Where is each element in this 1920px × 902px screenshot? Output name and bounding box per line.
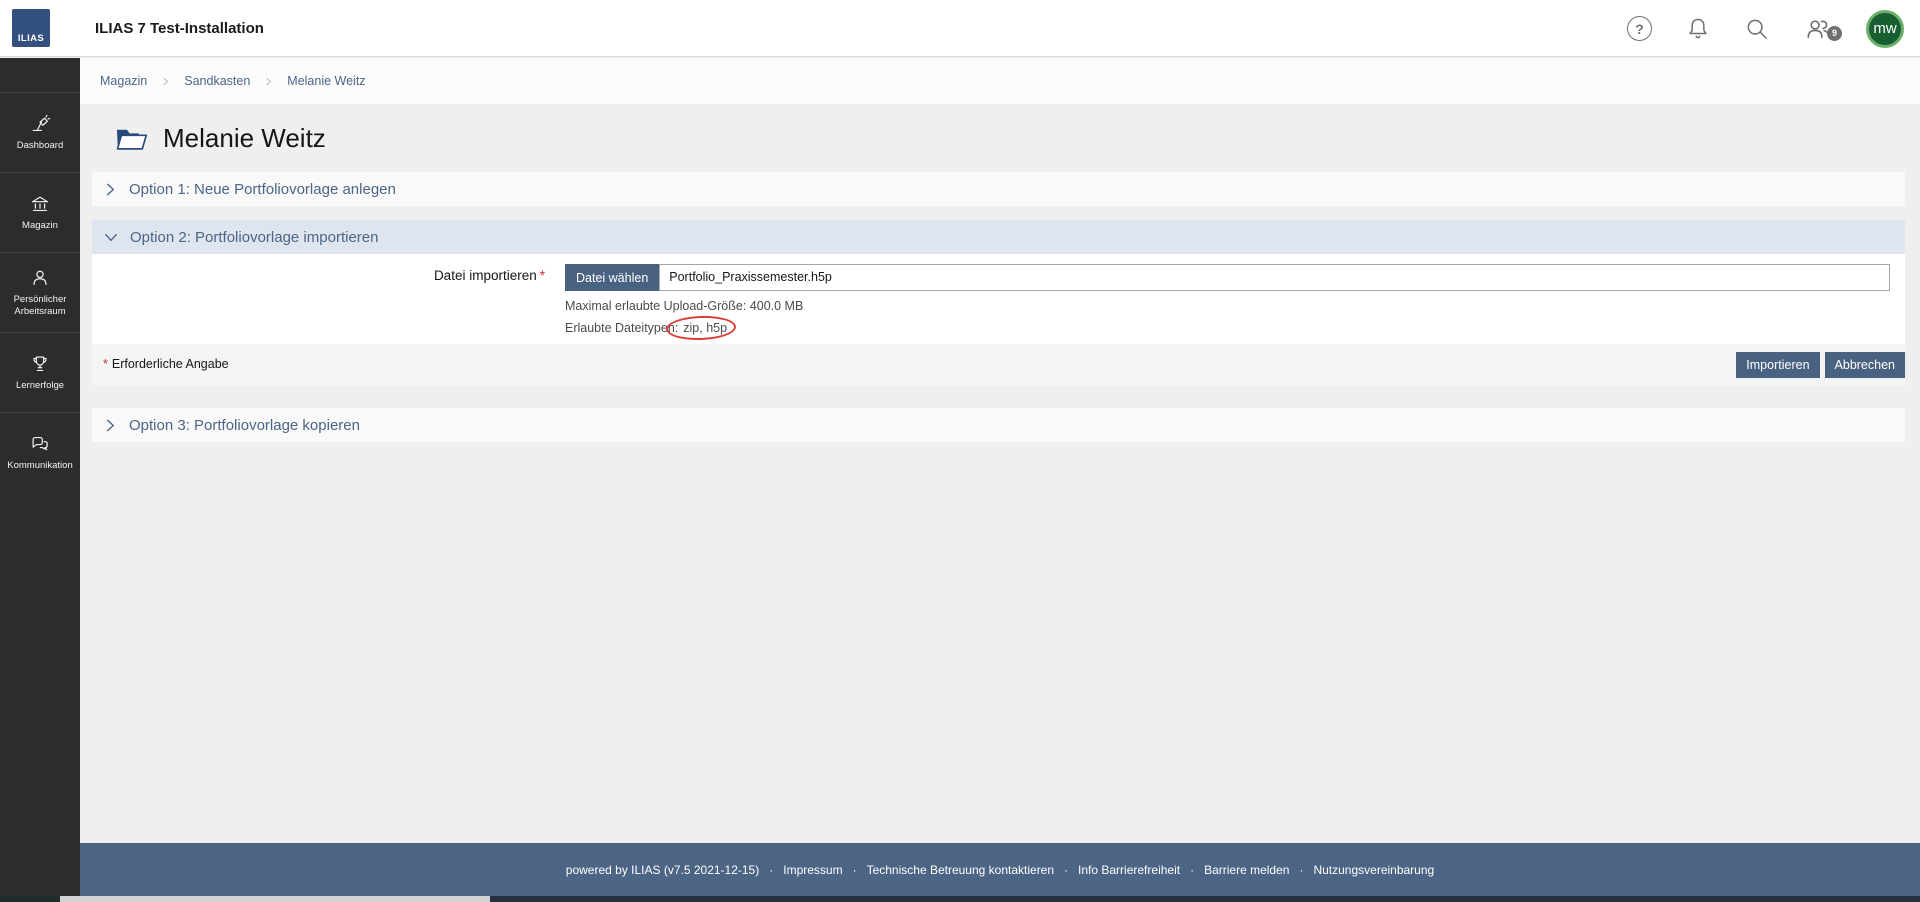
allowed-types-value: zip, h5p <box>683 321 727 335</box>
footer-separator: · <box>1190 863 1194 877</box>
avatar-initials: mw <box>1873 20 1896 37</box>
required-asterisk: * <box>540 268 545 283</box>
file-upload-control: Datei wählen Portfolio_Praxissemester.h5… <box>565 264 1890 291</box>
help-button[interactable]: ? <box>1627 16 1652 41</box>
accordion-option-2[interactable]: Option 2: Portfoliovorlage importieren <box>92 220 1905 254</box>
form-command-row: * Erforderliche Angabe Importieren Abbrec… <box>92 344 1905 386</box>
form-buttons: Importieren Abbrechen <box>1736 352 1905 378</box>
online-count-badge: 9 <box>1827 26 1842 41</box>
import-form-panel: Datei importieren* Datei wählen Portfoli… <box>92 254 1905 344</box>
footer-separator: · <box>853 863 857 877</box>
footer: powered by ILIAS (v7.5 2021-12-15) · Imp… <box>80 843 1920 896</box>
chevron-right-icon <box>263 76 274 87</box>
ilias-logo-text: ILIAS <box>12 33 50 44</box>
required-asterisk: * <box>103 357 108 371</box>
footer-separator: · <box>769 863 773 877</box>
bank-icon <box>29 193 51 215</box>
who-is-online-button[interactable]: 9 <box>1803 15 1833 43</box>
person-icon <box>29 267 51 289</box>
accordion-label: Option 1: Neue Portfoliovorlage anlegen <box>129 181 396 198</box>
speech-bubbles-icon <box>29 433 51 455</box>
footer-separator: · <box>1064 863 1068 877</box>
powered-by-link[interactable]: powered by ILIAS (v7.5 2021-12-15) <box>566 863 759 877</box>
required-note-text: Erforderliche Angabe <box>112 357 229 371</box>
sidebar-item-label: Dashboard <box>17 140 63 152</box>
accordion-label: Option 3: Portfoliovorlage kopieren <box>129 417 360 434</box>
breadcrumb-magazin[interactable]: Magazin <box>100 74 147 88</box>
trophy-icon <box>29 353 51 375</box>
accordion-option-1[interactable]: Option 1: Neue Portfoliovorlage anlegen <box>92 172 1905 206</box>
folder-icon <box>115 125 148 151</box>
scrollbar-thumb[interactable] <box>60 896 490 902</box>
user-avatar[interactable]: mw <box>1866 10 1904 48</box>
allowed-types-note: Erlaubte Dateitypen: zip, h5p <box>565 321 727 335</box>
main-content: Melanie Weitz Option 1: Neue Portfoliovo… <box>80 104 1920 843</box>
footer-link-barriere-melden[interactable]: Barriere melden <box>1204 863 1289 877</box>
scrollbar-corner <box>0 896 60 902</box>
footer-link-info-barrierefreiheit[interactable]: Info Barrierefreiheit <box>1078 863 1180 877</box>
choose-file-button[interactable]: Datei wählen <box>565 264 659 291</box>
installation-title: ILIAS 7 Test-Installation <box>95 0 264 57</box>
chevron-right-icon <box>103 182 118 197</box>
chevron-down-icon <box>103 230 119 245</box>
page-title: Melanie Weitz <box>163 123 326 154</box>
sidebar-item-magazin[interactable]: Magazin <box>0 172 80 252</box>
main-sidebar: Dashboard Magazin Persönlicher Arbeitsra… <box>0 58 80 902</box>
sidebar-item-kommunikation[interactable]: Kommunikation <box>0 412 80 492</box>
required-field-note: * Erforderliche Angabe <box>103 357 229 371</box>
allowed-types-text: zip, h5p <box>683 321 727 335</box>
help-icon: ? <box>1627 16 1652 41</box>
sidebar-item-dashboard[interactable]: Dashboard <box>0 92 80 172</box>
footer-link-technische-betreuung[interactable]: Technische Betreuung kontaktieren <box>867 863 1054 877</box>
sidebar-item-label: Persönlicher Arbeitsraum <box>2 294 78 318</box>
sidebar-item-label: Magazin <box>22 220 58 232</box>
footer-link-impressum[interactable]: Impressum <box>783 863 842 877</box>
cancel-button[interactable]: Abbrechen <box>1825 352 1905 378</box>
desk-lamp-icon <box>29 113 51 135</box>
allowed-types-label: Erlaubte Dateitypen: <box>565 321 678 335</box>
chevron-right-icon <box>103 418 118 433</box>
search-button[interactable] <box>1744 16 1770 42</box>
import-button[interactable]: Importieren <box>1736 352 1819 378</box>
accordion-label: Option 2: Portfoliovorlage importieren <box>130 229 378 246</box>
footer-link-nutzungsvereinbarung[interactable]: Nutzungsvereinbarung <box>1313 863 1434 877</box>
sidebar-item-label: Kommunikation <box>7 460 72 472</box>
max-upload-note: Maximal erlaubte Upload-Größe: 400.0 MB <box>565 299 803 313</box>
breadcrumb: Magazin Sandkasten Melanie Weitz <box>80 58 1920 104</box>
chevron-right-icon <box>160 76 171 87</box>
sidebar-item-label: Lernerfolge <box>16 380 64 392</box>
sidebar-item-persoenlicher-arbeitsraum[interactable]: Persönlicher Arbeitsraum <box>0 252 80 332</box>
search-icon <box>1744 16 1770 42</box>
notifications-button[interactable] <box>1685 16 1711 42</box>
ilias-logo[interactable]: ILIAS <box>12 9 50 47</box>
topbar-icon-group: ? 9 mw <box>1627 0 1904 57</box>
page-title-row: Melanie Weitz <box>115 114 326 162</box>
sidebar-item-lernerfolge[interactable]: Lernerfolge <box>0 332 80 412</box>
footer-separator: · <box>1299 863 1303 877</box>
accordion-option-3[interactable]: Option 3: Portfoliovorlage kopieren <box>92 408 1905 442</box>
horizontal-scrollbar[interactable] <box>0 896 1920 902</box>
breadcrumb-bar: Magazin Sandkasten Melanie Weitz <box>80 58 1920 104</box>
file-input-label-text: Datei importieren <box>434 268 537 283</box>
breadcrumb-melanie-weitz[interactable]: Melanie Weitz <box>287 74 365 88</box>
file-input-label: Datei importieren* <box>92 268 545 283</box>
bell-icon <box>1685 16 1711 42</box>
top-header: ILIAS ILIAS 7 Test-Installation ? <box>0 0 1920 57</box>
breadcrumb-sandkasten[interactable]: Sandkasten <box>184 74 250 88</box>
selected-file-name[interactable]: Portfolio_Praxissemester.h5p <box>659 264 1890 291</box>
